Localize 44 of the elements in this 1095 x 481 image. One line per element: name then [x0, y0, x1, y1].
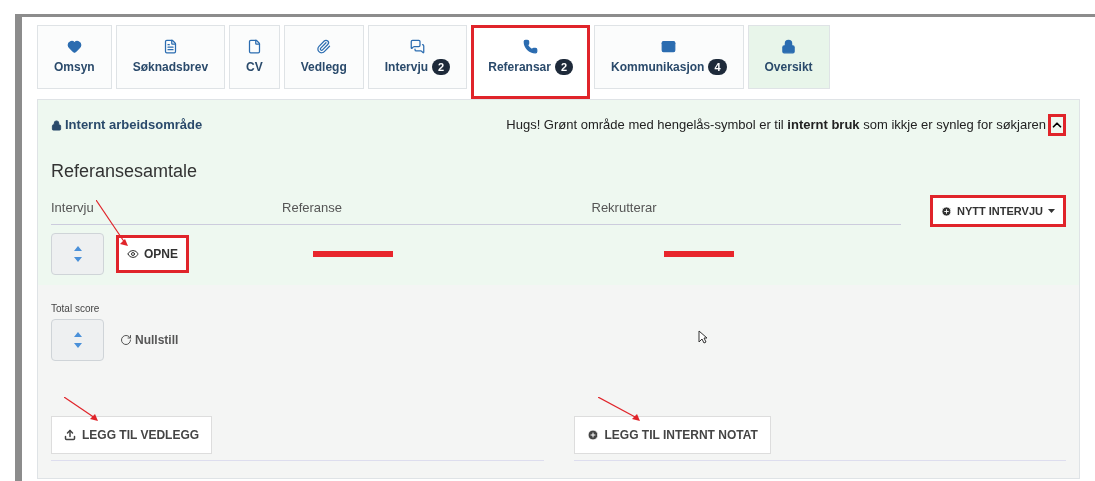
- column-header: Rekrutterar: [591, 199, 658, 217]
- document-icon: [162, 38, 178, 54]
- caret-icon: [1048, 209, 1055, 213]
- count-badge: 2: [554, 59, 574, 75]
- section-title: Referansesamtale: [51, 160, 199, 183]
- annotation-arrow: [96, 200, 128, 246]
- number-spinner[interactable]: [51, 318, 104, 361]
- plus-circle-icon: [941, 205, 952, 217]
- plus-circle-icon: [586, 428, 599, 441]
- count-badge: 4: [708, 58, 727, 75]
- lock-icon: [51, 119, 62, 131]
- phone-icon: [523, 39, 539, 54]
- tab[interactable]: CV: [229, 25, 280, 89]
- score-label: Total score: [51, 301, 101, 316]
- internal-area-title: Internt arbeidsområde: [51, 115, 203, 135]
- file-icon: [246, 38, 262, 54]
- column-header: Intervju: [51, 199, 95, 217]
- tab[interactable]: Intervju 2: [367, 25, 468, 89]
- chat-icon: [410, 38, 425, 54]
- tab[interactable]: Omsyn: [37, 25, 112, 89]
- add-attachment-button[interactable]: LEGG TIL VEDLEGG: [51, 415, 213, 454]
- new-interview-button[interactable]: NYTT INTERVJU: [930, 195, 1066, 227]
- paperclip-icon: [316, 38, 332, 54]
- reset-button[interactable]: Nullstill: [120, 330, 179, 349]
- annotation-arrow: [598, 397, 640, 421]
- heart-icon: [66, 38, 82, 54]
- open-button[interactable]: OPNE: [116, 234, 189, 273]
- count-badge: 2: [432, 58, 451, 75]
- column-header: Referanse: [282, 199, 343, 217]
- tab[interactable]: Vedlegg: [283, 25, 364, 89]
- cursor-icon: [698, 330, 708, 344]
- tab[interactable]: Referansar 2: [471, 25, 591, 99]
- reset-icon: [120, 333, 132, 346]
- annotation-arrow: [64, 397, 98, 421]
- collapse-button[interactable]: [1048, 114, 1066, 136]
- tab[interactable]: Kommunikasjon 4: [594, 25, 744, 89]
- add-note-button[interactable]: LEGG TIL INTERNT NOTAT: [573, 415, 771, 454]
- tab[interactable]: Søknadsbrev: [115, 25, 226, 89]
- tab[interactable]: Oversikt: [747, 25, 830, 89]
- internal-notice: Hugs! Grønt område med hengelås-symbol er til internt bruk som ikkje er synleg for søkjaren: [506, 116, 1046, 135]
- eye-icon: [127, 247, 139, 260]
- lock-icon: [781, 38, 797, 54]
- upload-icon: [64, 428, 76, 441]
- number-spinner[interactable]: [51, 232, 104, 275]
